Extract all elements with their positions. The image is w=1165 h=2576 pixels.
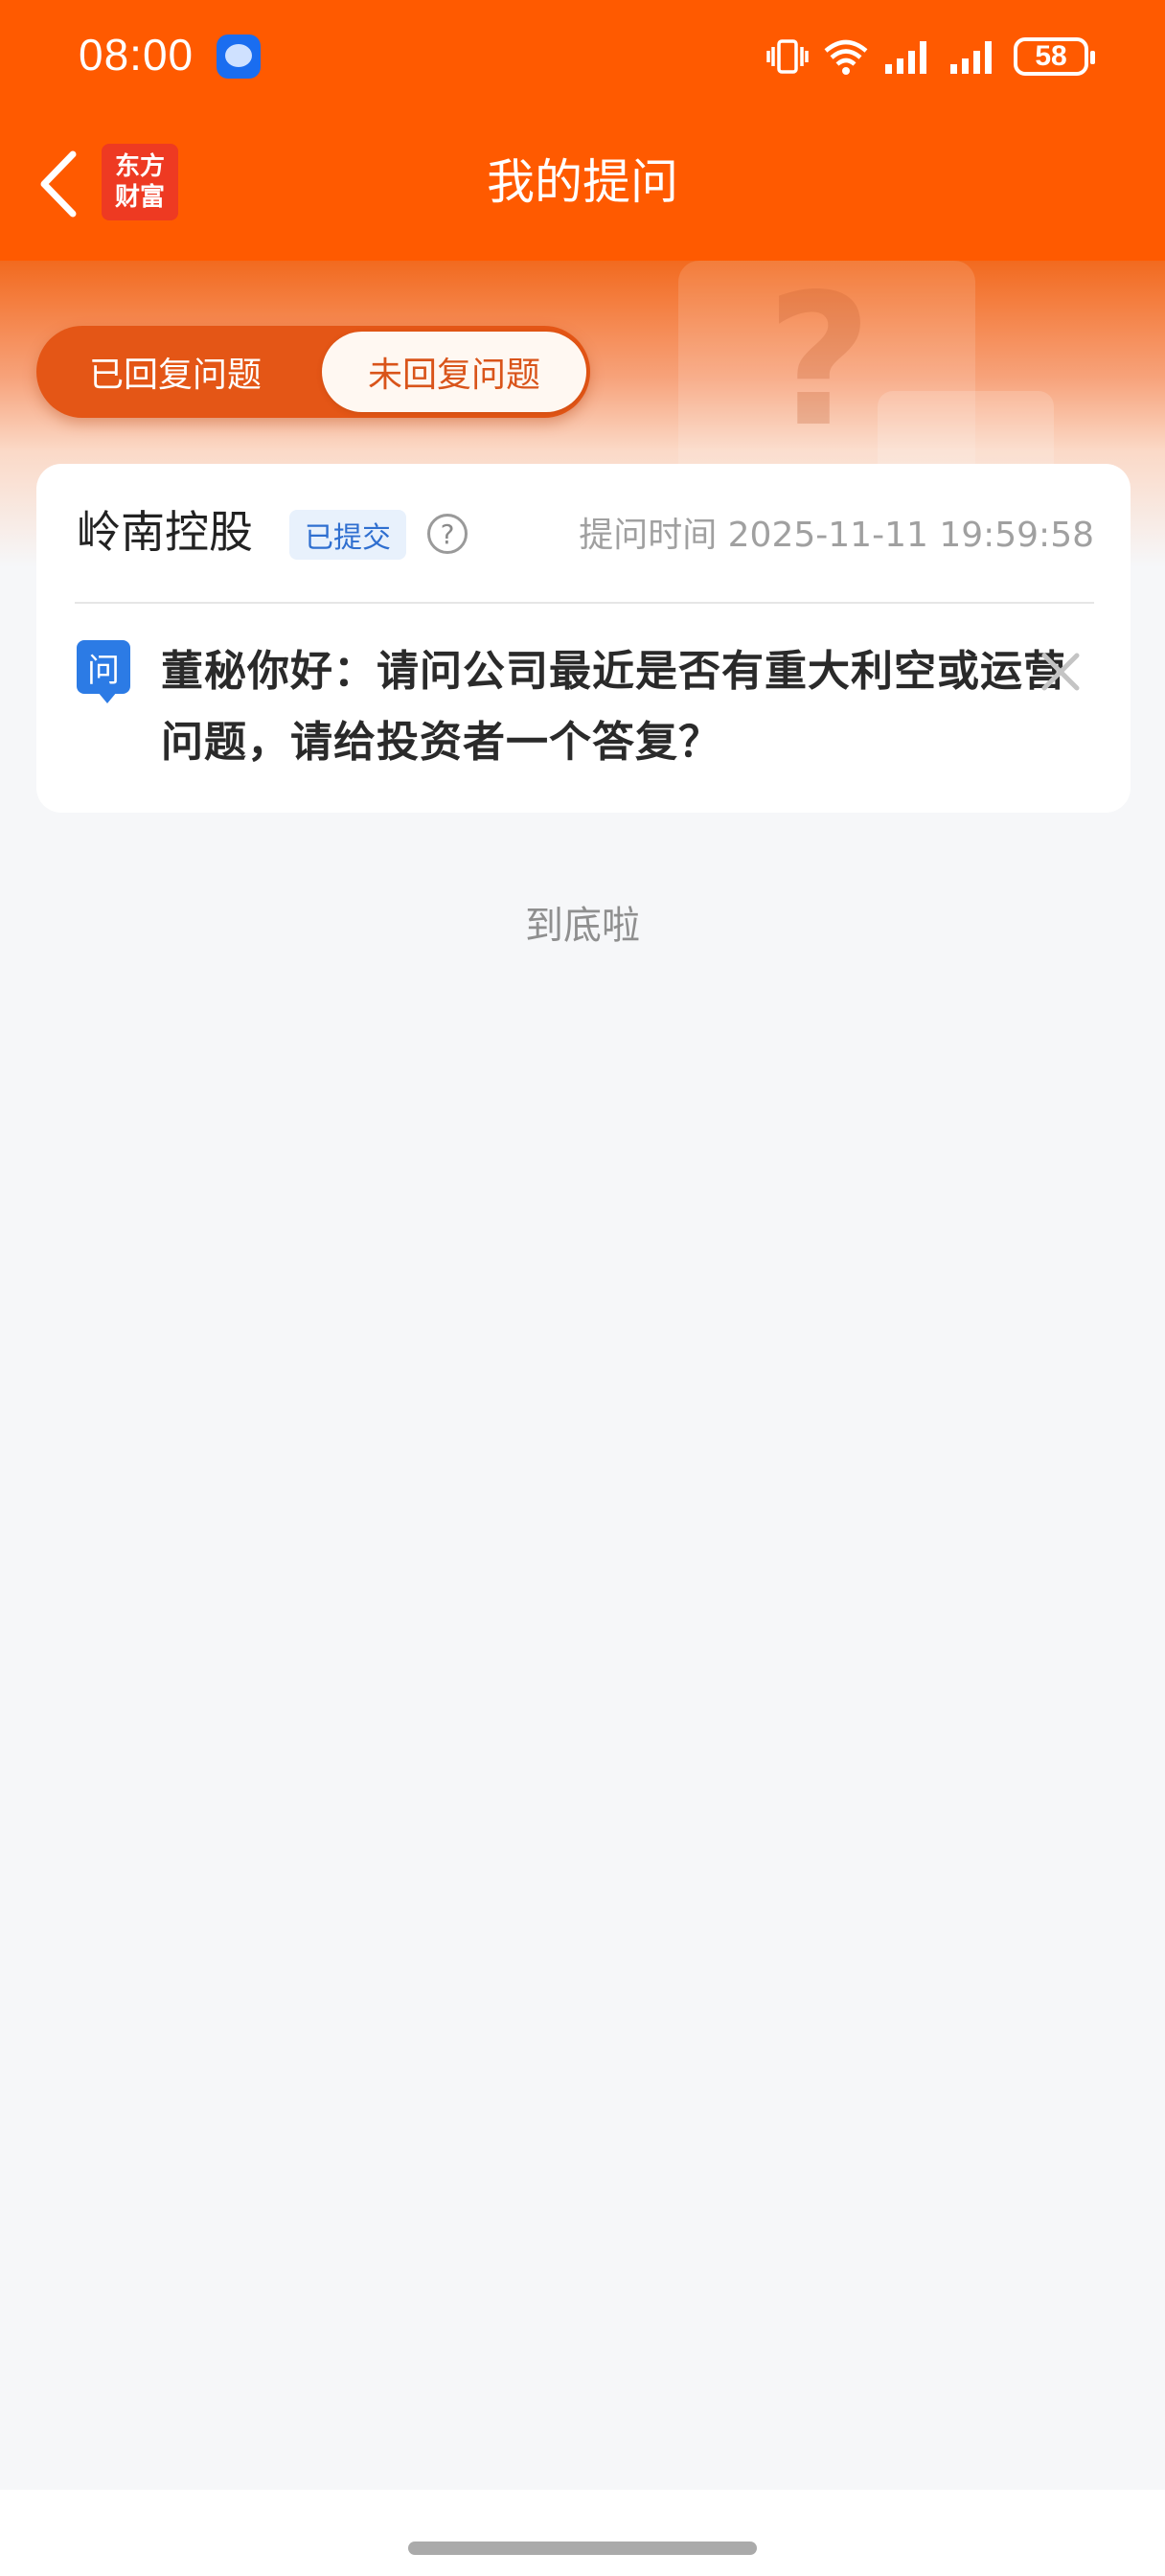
- signal-icon: [885, 41, 926, 74]
- divider: [75, 602, 1094, 604]
- bottom-bar: [0, 2490, 1165, 2576]
- message-notification-icon: [217, 34, 261, 79]
- status-time: 08:00: [79, 30, 194, 80]
- tab-replied[interactable]: 已回复问题: [36, 326, 314, 418]
- signal-icon-2: [950, 41, 992, 74]
- question-icon: 问: [77, 640, 130, 703]
- tab-switcher: 已回复问题 未回复问题: [36, 326, 590, 418]
- home-indicator[interactable]: [408, 2542, 757, 2555]
- close-icon: [1041, 653, 1080, 691]
- time-value: 2025-11-11 19:59:58: [727, 516, 1094, 555]
- status-icons: 58: [766, 33, 1095, 80]
- page-title: 我的提问: [487, 154, 678, 210]
- question-time: 提问时间 2025-11-11 19:59:58: [579, 512, 1094, 560]
- time-label: 提问时间: [579, 516, 718, 555]
- question-mark-illustration: ?: [766, 261, 873, 467]
- end-of-list-text: 到底啦: [525, 904, 640, 948]
- company-name: 岭南控股: [77, 506, 253, 558]
- tab-unreplied[interactable]: 未回复问题: [322, 332, 586, 412]
- question-card[interactable]: 岭南控股 已提交 ? 提问时间 2025-11-11 19:59:58 问 董秘…: [36, 464, 1131, 813]
- question-text: 董秘你好：请问公司最近是否有重大利空或运营问题，请给投资者一个答复？: [161, 647, 1066, 767]
- vibrate-icon: [766, 39, 809, 74]
- status-badge: 已提交: [289, 510, 406, 560]
- delete-question-button[interactable]: [1035, 646, 1086, 698]
- wifi-icon: [824, 39, 868, 75]
- battery-indicator: 58: [1014, 37, 1095, 76]
- help-icon[interactable]: ?: [427, 514, 468, 554]
